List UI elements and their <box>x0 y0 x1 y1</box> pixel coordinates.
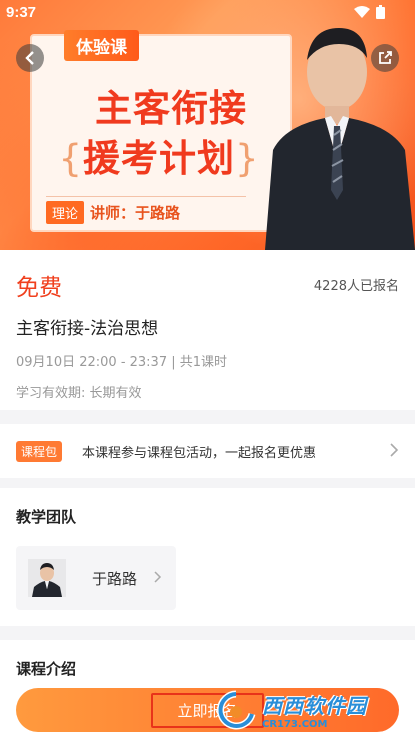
team-title: 教学团队 <box>16 508 77 526</box>
course-validity: 学习有效期: 长期有效 <box>16 386 142 401</box>
banner-subtitle: {援考计划} <box>58 137 260 180</box>
enrolled-count: 4228人已报名 <box>313 279 399 294</box>
package-row[interactable]: 课程包 本课程参与课程包活动，一起报名更优惠 <box>0 424 415 478</box>
banner-teacher: 讲师：于路路 <box>90 204 181 222</box>
share-button[interactable] <box>371 44 399 72</box>
teaching-team-section: 教学团队 于路路 <box>0 488 415 626</box>
battery-icon <box>376 5 385 19</box>
watermark-logo-icon <box>217 690 256 730</box>
theory-tag: 理论 <box>46 201 85 224</box>
course-info: 免费 4228人已报名 主客衔接-法治思想 09月10日 22:00 - 23:… <box>0 250 415 410</box>
course-title: 主客衔接-法治思想 <box>16 319 159 339</box>
status-time: 9:37 <box>6 4 37 21</box>
course-time: 09月10日 22:00 - 23:37 | 共1课时 <box>16 355 228 370</box>
teacher-avatar <box>28 559 66 597</box>
watermark-url: CR173.COM <box>262 719 328 730</box>
course-price: 免费 <box>16 275 62 301</box>
teacher-name: 于路路 <box>92 569 138 588</box>
trial-tag: 体验课 <box>64 30 139 61</box>
watermark: 西西软件园 CR173.COM <box>214 690 367 730</box>
package-tag: 课程包 <box>16 440 63 462</box>
course-banner: 体验课 主客衔接 {援考计划} 理论 讲师：于路路 9:37 <box>0 0 415 250</box>
banner-teacher-line: 理论 讲师：于路路 <box>46 196 246 224</box>
intro-title: 课程介绍 <box>16 660 77 678</box>
watermark-text: 西西软件园 <box>262 694 367 718</box>
status-icons <box>354 5 385 19</box>
wifi-icon <box>354 6 370 18</box>
package-text: 本课程参与课程包活动，一起报名更优惠 <box>82 445 317 461</box>
share-icon <box>379 51 392 64</box>
chevron-right-icon <box>390 443 399 457</box>
back-button[interactable] <box>16 44 44 72</box>
chevron-right-icon <box>154 571 162 583</box>
teacher-card[interactable]: 于路路 <box>16 546 176 610</box>
chevron-left-icon <box>25 51 34 65</box>
banner-title: 主客衔接 <box>95 87 247 130</box>
banner-subtitle-text: 援考计划 <box>83 137 235 180</box>
